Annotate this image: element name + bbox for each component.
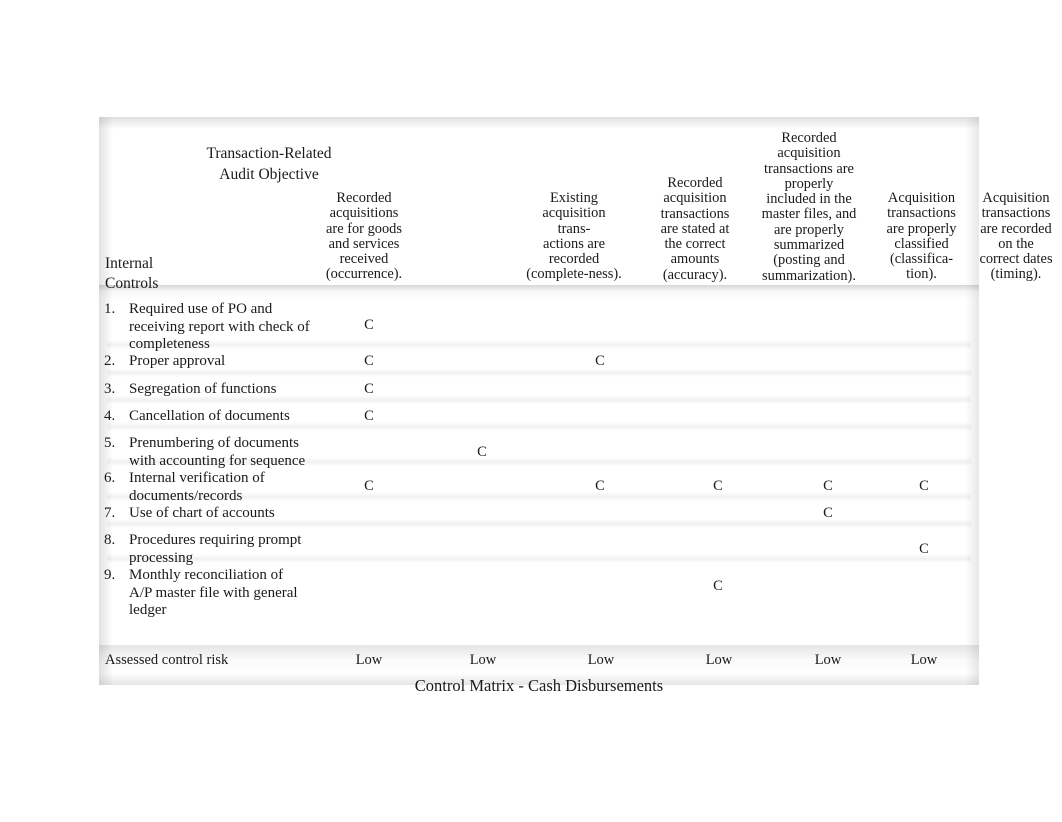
column-header-classification: Acquisition transactions are properly cl…	[886, 190, 957, 283]
assessed-risk-value: Low	[705, 652, 733, 668]
row-separator	[107, 554, 971, 563]
matrix-body: 1. Required use of PO and receiving repo…	[99, 297, 979, 618]
column-header-group: Recorded acquisitions are for goods and …	[99, 117, 1053, 284]
row-separator	[107, 368, 971, 377]
slide-caption: Control Matrix - Cash Disbursements	[414, 676, 664, 695]
table-row: 4. Cancellation of documents C	[99, 404, 979, 431]
control-matrix-slide: Transaction-Related Audit Objective Inte…	[99, 117, 1053, 695]
row-separator	[107, 340, 971, 349]
table-row: 5. Prenumbering of documents with accoun…	[99, 431, 979, 469]
assessed-control-risk-row: Assessed control risk Low Low Low Low Lo…	[99, 650, 979, 672]
row-number: 1.	[104, 301, 116, 317]
row-number: 9.	[104, 567, 116, 583]
cell-mark: C	[595, 353, 605, 369]
cell-mark: C	[364, 353, 374, 369]
table-row: 7. Use of chart of accounts C	[99, 501, 979, 528]
table-row: 8. Procedures requiring prompt processin…	[99, 528, 979, 566]
assessed-risk-value: Low	[814, 652, 842, 668]
table-row: 6. Internal verification of documents/re…	[99, 466, 979, 504]
assessed-risk-value: Low	[355, 652, 383, 668]
column-header-timing: Acquisition transactions are recorded on…	[979, 190, 1053, 283]
table-row: 2. Proper approval C C	[99, 349, 979, 377]
table-row: 1. Required use of PO and receiving repo…	[99, 297, 979, 352]
cell-mark: C	[364, 317, 374, 333]
column-header-occurrence: Recorded acquisitions are for goods and …	[325, 190, 403, 283]
table-row: 3. Segregation of functions C	[99, 377, 979, 404]
row-number: 5.	[104, 435, 116, 451]
column-header-accuracy: Recorded acquisition transactions are st…	[660, 175, 730, 283]
assessed-risk-value: Low	[910, 652, 938, 668]
column-header-posting-summarization: Recorded acquisition transactions are pr…	[761, 130, 857, 284]
row-separator	[107, 395, 971, 404]
assessed-control-risk-label: Assessed control risk	[105, 652, 229, 668]
assessed-risk-value: Low	[469, 652, 497, 668]
row-number: 8.	[104, 532, 116, 548]
assessed-risk-value: Low	[587, 652, 615, 668]
column-header-completeness: Existing acquisition trans- actions are …	[526, 190, 622, 283]
row-label: Monthly reconciliation of A/P master fil…	[129, 567, 298, 618]
row-separator	[107, 519, 971, 528]
row-separator	[107, 422, 971, 431]
row-number: 6.	[104, 470, 116, 486]
table-row: 9. Monthly reconciliation of A/P master …	[99, 563, 979, 618]
row-separator	[107, 492, 971, 501]
cell-mark: C	[713, 578, 723, 594]
row-separator	[107, 457, 971, 466]
